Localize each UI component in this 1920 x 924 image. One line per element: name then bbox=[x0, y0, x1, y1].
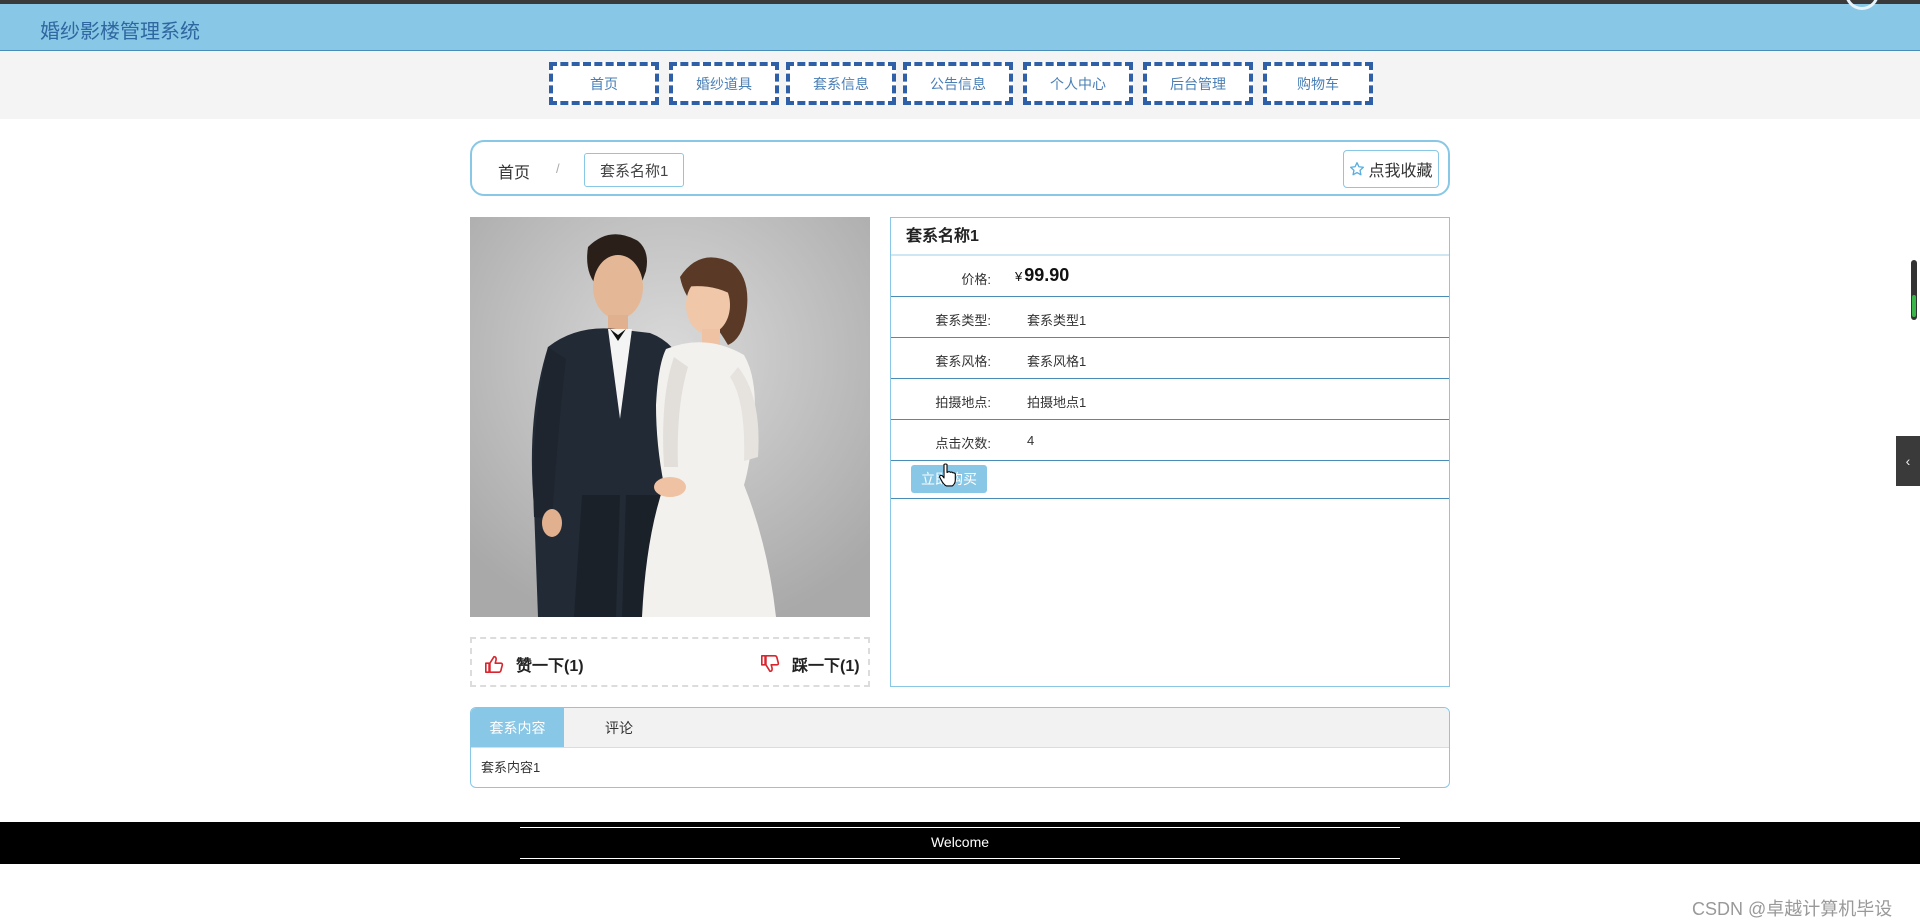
price-label: 价格: bbox=[961, 272, 991, 287]
currency-symbol: ¥ bbox=[1015, 269, 1023, 284]
nav-item-notices[interactable]: 公告信息 bbox=[903, 62, 1013, 105]
user-avatar[interactable] bbox=[1845, 0, 1879, 10]
thumbs-down-icon bbox=[760, 655, 780, 673]
couple-photo-illustration bbox=[470, 217, 870, 617]
buy-row: 立即购买 bbox=[891, 461, 1449, 499]
nav-item-packages[interactable]: 套系信息 bbox=[786, 62, 896, 105]
breadcrumb: 首页 / 套系名称1 点我收藏 bbox=[470, 140, 1450, 196]
chevron-left-icon: ‹ bbox=[1905, 453, 1911, 469]
dislike-button[interactable]: 踩一下(1) bbox=[760, 652, 860, 676]
detail-label: 套系类型: bbox=[935, 313, 991, 328]
site-title: 婚纱影楼管理系统 bbox=[40, 21, 200, 43]
detail-row-style: 套系风格: 套系风格1 bbox=[891, 338, 1449, 379]
main-nav: 首页 婚纱道具 套系信息 公告信息 个人中心 后台管理 购物车 bbox=[0, 51, 1920, 119]
detail-label: 套系风格: bbox=[935, 354, 991, 369]
price-amount: 99.90 bbox=[1024, 265, 1070, 285]
vote-bar: 赞一下(1) 踩一下(1) bbox=[470, 637, 870, 687]
footer-divider-top bbox=[520, 827, 1400, 828]
footer-welcome: Welcome bbox=[930, 834, 990, 850]
thumbs-up-icon bbox=[485, 655, 504, 673]
nav-item-props[interactable]: 婚纱道具 bbox=[669, 62, 779, 105]
like-label: 赞一下(1) bbox=[516, 658, 584, 675]
tab-package-content[interactable]: 套系内容 bbox=[471, 708, 564, 747]
breadcrumb-separator: / bbox=[556, 161, 560, 176]
price-row: 价格: ¥99.90 bbox=[891, 256, 1449, 297]
detail-row-type: 套系类型: 套系类型1 bbox=[891, 297, 1449, 338]
favorite-button-label: 点我收藏 bbox=[1368, 163, 1433, 180]
site-header: 婚纱影楼管理系统 bbox=[0, 0, 1920, 51]
nav-item-profile[interactable]: 个人中心 bbox=[1023, 62, 1133, 105]
scrollbar-thumb[interactable] bbox=[1912, 295, 1916, 317]
product-name: 套系名称1 bbox=[891, 218, 1449, 256]
tab-content: 套系内容1 bbox=[481, 760, 541, 775]
favorite-button[interactable]: 点我收藏 bbox=[1343, 150, 1439, 188]
nav-item-cart[interactable]: 购物车 bbox=[1263, 62, 1373, 105]
detail-value: 拍摄地点1 bbox=[1027, 395, 1087, 410]
breadcrumb-home-link[interactable]: 首页 bbox=[498, 159, 530, 183]
detail-value: 套系风格1 bbox=[1027, 354, 1087, 369]
product-photo bbox=[470, 217, 870, 617]
detail-label: 拍摄地点: bbox=[935, 395, 991, 410]
detail-value: 4 bbox=[1027, 433, 1035, 448]
star-outline-icon bbox=[1350, 162, 1365, 176]
nav-item-admin[interactable]: 后台管理 bbox=[1143, 62, 1253, 105]
product-info-panel: 套系名称1 价格: ¥99.90 套系类型: 套系类型1 套系风格: 套系风格1… bbox=[890, 217, 1450, 687]
detail-row-location: 拍摄地点: 拍摄地点1 bbox=[891, 379, 1449, 420]
detail-tabs: 套系内容 评论 套系内容1 bbox=[470, 707, 1450, 788]
nav-item-home[interactable]: 首页 bbox=[549, 62, 659, 105]
hand-cursor-icon bbox=[939, 463, 956, 487]
footer-divider-bottom bbox=[520, 858, 1400, 859]
watermark: CSDN @卓越计算机毕设 bbox=[1692, 899, 1893, 919]
detail-row-clicks: 点击次数: 4 bbox=[891, 420, 1449, 461]
site-footer: Welcome bbox=[0, 822, 1920, 864]
price-value: ¥99.90 bbox=[1015, 265, 1069, 286]
side-panel-toggle[interactable]: ‹ bbox=[1896, 436, 1920, 486]
tab-comments[interactable]: 评论 bbox=[564, 708, 674, 747]
like-button[interactable]: 赞一下(1) bbox=[484, 652, 584, 676]
detail-label: 点击次数: bbox=[935, 436, 991, 451]
dislike-label: 踩一下(1) bbox=[792, 658, 860, 675]
breadcrumb-current: 套系名称1 bbox=[584, 153, 685, 187]
detail-value: 套系类型1 bbox=[1027, 313, 1087, 328]
tabs-header: 套系内容 评论 bbox=[471, 708, 1449, 748]
